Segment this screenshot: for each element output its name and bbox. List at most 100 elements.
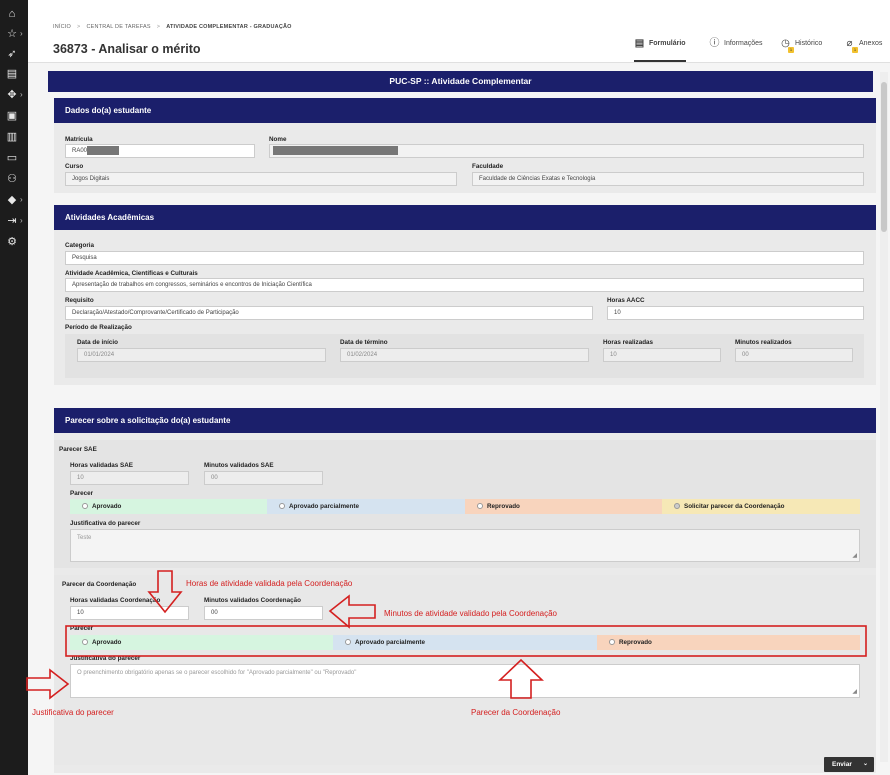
form-title: PUC-SP :: Atividade Complementar (48, 71, 873, 92)
chevron-right-icon[interactable]: › (20, 214, 23, 228)
radio-aprovado[interactable]: Aprovado (70, 499, 267, 514)
tab-anexos[interactable]: ⌀ 1 Anexos (844, 38, 883, 62)
tab-formulario[interactable]: ▤ Formulário (634, 38, 686, 62)
info-icon: ⓘ (709, 38, 720, 49)
tab-label: Formulário (649, 40, 686, 47)
documents-icon[interactable]: ▤ (5, 67, 19, 81)
attachment-icon: ⌀ 1 (846, 38, 858, 53)
parecer-sae-options: Aprovado Aprovado parcialmente Reprovado… (70, 499, 860, 514)
justificativa-sae-textarea[interactable]: Teste ◢ (70, 529, 860, 562)
scroll-thumb[interactable] (881, 82, 887, 232)
inicio-field[interactable]: 01/01/2024 (77, 348, 326, 362)
justificativa-coord-label: Justificativa do parecer (70, 655, 141, 662)
resize-handle-icon[interactable]: ◢ (852, 689, 857, 695)
parecer-sae-label: Parecer (70, 490, 94, 497)
page-title: 36873 - Analisar o mérito (53, 42, 201, 56)
parecer-coord-options: Aprovado Aprovado parcialmente Reprovado (70, 635, 860, 650)
horas-aacc-label: Horas AACC (607, 297, 645, 304)
chevron-down-icon[interactable]: ⌄ (863, 757, 868, 772)
curso-field[interactable]: Jogos Digitais (65, 172, 457, 186)
sidebar: ⌂ ☆ › ➶ ▤ ✥ › ▣ ▥ ▭ ⚇ ◆ › ⇥ › ⚙ (0, 0, 28, 775)
parecer-coord-label: Parecer (70, 625, 94, 632)
section-title: Atividades Acadêmicas (54, 205, 876, 230)
radio-reprovado[interactable]: Reprovado (597, 635, 860, 650)
atividade-label: Atividade Acadêmica, Científicas e Cultu… (65, 270, 198, 277)
horas-aacc-field[interactable]: 10 (607, 306, 864, 320)
horas-coord-label: Horas validadas Coordenação (70, 597, 161, 604)
radio-aprovado-parcialmente[interactable]: Aprovado parcialmente (333, 635, 597, 650)
activities-panel: Atividades Acadêmicas Categoria Pesquisa… (54, 205, 876, 385)
horas-realizadas-label: Horas realizadas (603, 339, 654, 346)
chat-icon[interactable]: ▭ (5, 151, 19, 165)
horas-coord-field[interactable]: 10 (70, 606, 189, 620)
tab-historico[interactable]: ◷ 1 Histórico (780, 38, 823, 62)
tab-label: Histórico (795, 40, 823, 47)
chevron-right-icon[interactable]: › (20, 193, 23, 207)
section-title: Dados do(a) estudante (54, 98, 876, 123)
trash-icon[interactable]: ▥ (5, 130, 19, 144)
justificativa-coord-textarea[interactable]: O preenchimento obrigatório apenas se o … (70, 664, 860, 698)
breadcrumb-tasks[interactable]: CENTRAL DE TAREFAS (86, 24, 150, 30)
nome-label: Nome (269, 136, 287, 143)
categoria-label: Categoria (65, 242, 95, 249)
horas-sae-field[interactable]: 10 (70, 471, 189, 485)
radio-solicitar-coordenacao[interactable]: Solicitar parecer da Coordenação (662, 499, 860, 514)
textarea-placeholder: O preenchimento obrigatório apenas se o … (77, 670, 357, 676)
minutos-realizados-label: Minutos realizados (735, 339, 792, 346)
termino-label: Data de término (340, 339, 388, 346)
horas-realizadas-field[interactable]: 10 (603, 348, 721, 362)
tab-label: Anexos (859, 40, 883, 47)
categoria-field[interactable]: Pesquisa (65, 251, 864, 265)
minutos-coord-label: Minutos validados Coordenação (204, 597, 301, 604)
radio-icon (279, 503, 285, 509)
resize-handle-icon[interactable]: ◢ (852, 553, 857, 559)
student-panel: Dados do(a) estudante Matrícula RA00 Nom… (54, 98, 876, 193)
redacted-block (273, 146, 398, 155)
count-badge: 1 (852, 47, 858, 53)
star-icon[interactable]: ☆ (5, 27, 19, 41)
parecer-coord-title: Parecer da Coordenação (62, 581, 137, 588)
redacted-block (87, 146, 119, 155)
minutos-sae-label: Minutos validados SAE (204, 462, 274, 469)
annotation-label-minutos: Minutos de atividade validado pela Coord… (384, 609, 558, 618)
tab-informacoes[interactable]: ⓘ Informações (709, 38, 763, 62)
breadcrumb: INÍCIO > CENTRAL DE TAREFAS > ATIVIDADE COMP… (53, 24, 292, 30)
inbox-icon[interactable]: ▣ (5, 109, 19, 123)
radio-icon (477, 503, 483, 509)
minutos-sae-field[interactable]: 00 (204, 471, 323, 485)
form-area: PUC-SP :: Atividade Complementar Dados d… (28, 63, 880, 775)
minutos-coord-field[interactable]: 00 (204, 606, 323, 620)
termino-field[interactable]: 01/02/2024 (340, 348, 589, 362)
atividade-field[interactable]: Apresentação de trabalhos em congressos,… (65, 278, 864, 292)
radio-aprovado[interactable]: Aprovado (70, 635, 333, 650)
send-button[interactable]: Enviar ⌄ (824, 757, 874, 772)
settings-icon[interactable]: ⚙ (5, 235, 19, 249)
chevron-right-icon[interactable]: › (20, 27, 23, 41)
periodo-label: Período de Realização (65, 324, 132, 331)
curso-label: Curso (65, 163, 84, 170)
users-icon[interactable]: ⚇ (5, 172, 19, 186)
rocket-icon[interactable]: ➶ (5, 47, 19, 61)
clock-icon: ◷ 1 (781, 38, 794, 53)
chevron-right-icon[interactable]: › (20, 88, 23, 102)
radio-reprovado[interactable]: Reprovado (465, 499, 662, 514)
annotation-label-justificativa: Justificativa do parecer (32, 708, 114, 717)
move-icon[interactable]: ✥ (5, 88, 19, 102)
justificativa-sae-label: Justificativa do parecer (70, 520, 141, 527)
inicio-label: Data de início (77, 339, 118, 346)
graduation-icon[interactable]: ◆ (5, 193, 19, 207)
breadcrumb-home[interactable]: INÍCIO (53, 24, 71, 30)
scrollbar[interactable] (880, 72, 888, 762)
home-icon[interactable]: ⌂ (5, 7, 19, 21)
horas-sae-label: Horas validadas SAE (70, 462, 133, 469)
minutos-realizados-field[interactable]: 00 (735, 348, 853, 362)
requisito-field[interactable]: Declaração/Atestado/Comprovante/Certific… (65, 306, 593, 320)
exit-icon[interactable]: ⇥ (5, 214, 19, 228)
annotation-label-horas: Horas de atividade validada pela Coorden… (186, 579, 353, 588)
count-badge: 1 (788, 47, 794, 53)
radio-icon (674, 503, 680, 509)
radio-icon (345, 639, 351, 645)
tab-label: Informações (724, 40, 763, 47)
radio-aprovado-parcialmente[interactable]: Aprovado parcialmente (267, 499, 465, 514)
faculdade-field[interactable]: Faculdade de Ciências Exatas e Tecnologi… (472, 172, 864, 186)
